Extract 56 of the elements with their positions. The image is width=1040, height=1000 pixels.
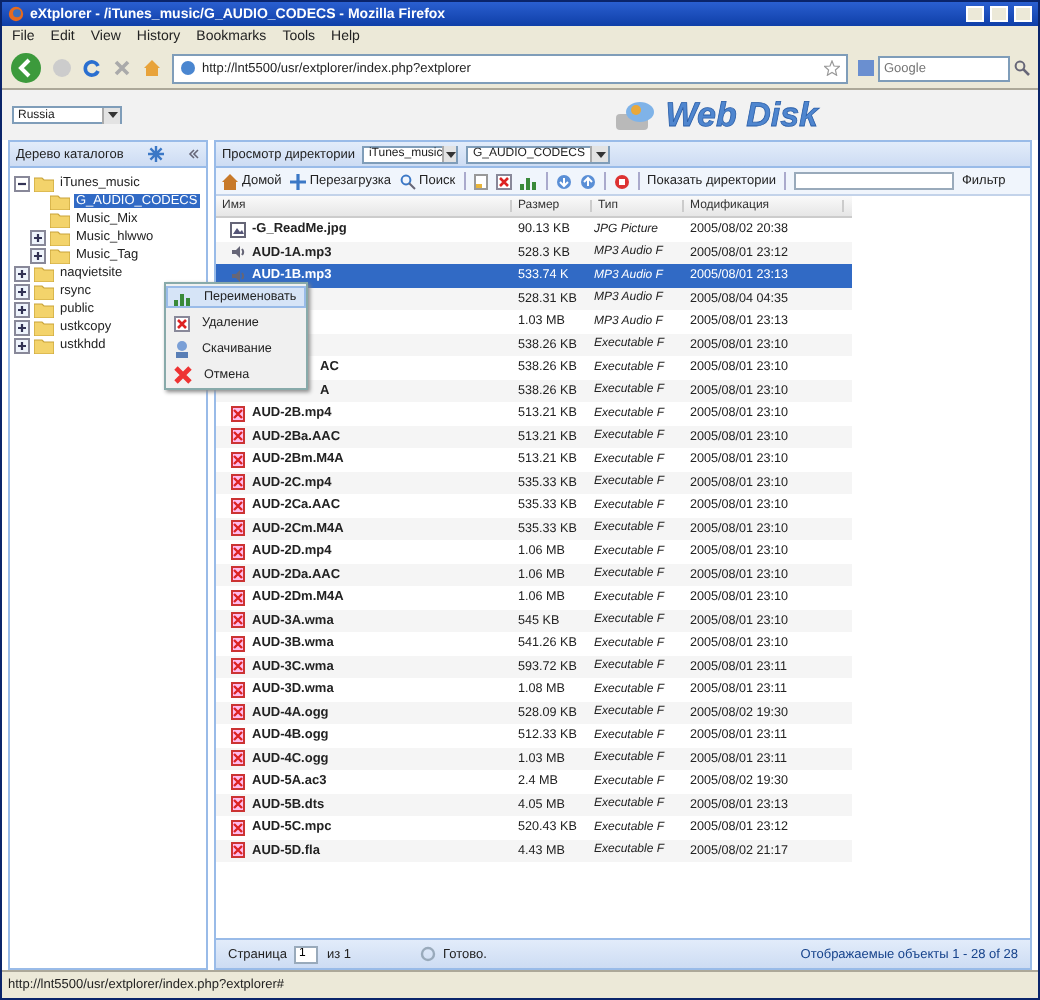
crossed-file-icon [230,497,246,514]
caret-icon [107,112,117,118]
expand-icon[interactable] [30,229,46,245]
crossed-file-icon [230,773,246,790]
crossed-file-icon [230,589,246,606]
crossed-file-icon [230,727,246,744]
crossed-file-icon [230,658,246,675]
star-icon[interactable] [824,60,840,76]
cloud-disk-icon [613,99,658,131]
logo-text: Web Disk [665,95,818,135]
crossed-file-icon [230,681,246,698]
crossed-file-icon [230,405,246,422]
crossed-file-icon [230,520,246,537]
image-file-icon [230,221,246,238]
caret-icon [595,151,606,157]
firefox-icon [8,6,24,22]
crossed-file-icon [230,451,246,468]
expand-icon[interactable] [30,247,46,263]
speaker-icon [230,267,246,284]
filter-field[interactable] [793,172,954,190]
collapse-icon[interactable] [14,175,30,191]
search-icon [399,173,416,189]
crossed-file-icon [230,612,246,629]
chart-icon[interactable] [519,173,538,189]
expand-icon[interactable] [14,337,30,353]
crossed-file-icon [230,635,246,652]
crossed-file-icon [230,750,246,767]
delete-icon [174,315,190,331]
expand-icon[interactable] [14,319,30,335]
crossed-file-icon [230,796,246,813]
home-icon [222,173,238,189]
upload-icon[interactable] [579,173,596,189]
search-icon[interactable] [1014,60,1030,76]
crossed-file-icon [230,474,246,491]
speaker-icon [230,244,246,261]
expand-icon[interactable] [14,283,30,299]
expand-icon[interactable] [14,301,30,317]
caret-icon [445,151,456,157]
cancel-icon [174,366,192,384]
crossed-file-icon [230,842,246,859]
crossed-file-icon [230,428,246,445]
stop-icon[interactable] [112,58,132,78]
crossed-file-icon [230,566,246,583]
new-file-icon[interactable] [473,173,488,189]
stop-icon[interactable] [613,173,630,189]
reload-icon[interactable] [82,58,102,78]
delete-icon[interactable] [495,173,512,189]
crossed-file-icon [230,819,246,836]
collapse-panel-icon[interactable] [188,148,200,160]
chart-icon [174,289,192,305]
crossed-file-icon [230,704,246,721]
globe-icon [180,60,196,76]
plus-icon [289,173,306,189]
expand-icon[interactable] [14,265,30,281]
crossed-file-icon [230,543,246,560]
back-button[interactable] [10,52,42,84]
